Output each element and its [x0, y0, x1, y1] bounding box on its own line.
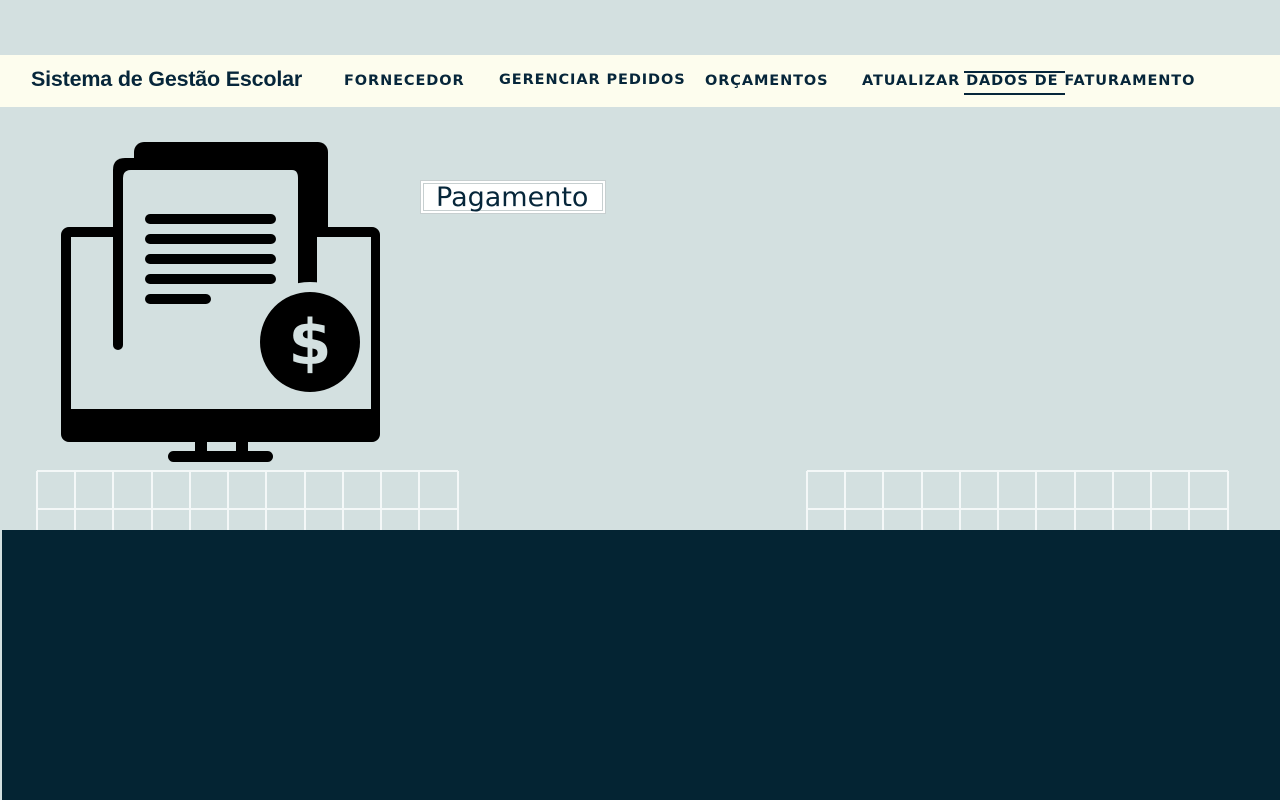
active-nav-indicator-bottom [964, 93, 1065, 95]
decorative-grid-right [806, 470, 1230, 536]
nav-link-orcamentos[interactable]: ORÇAMENTOS [705, 73, 829, 89]
top-spacer [0, 0, 1280, 55]
nav-link-atualizar-dados-faturamento[interactable]: ATUALIZAR DADOS DE FATURAMENTO [862, 73, 1195, 89]
page-title-box: Pagamento [420, 180, 606, 214]
brand-title[interactable]: Sistema de Gestão Escolar [31, 67, 302, 92]
invoice-monitor-dollar-icon: $ [58, 140, 388, 470]
nav-link-gerenciar-pedidos[interactable]: GERENCIAR PEDIDOS [499, 72, 686, 88]
page: Sistema de Gestão Escolar FORNECEDOR GER… [0, 0, 1280, 800]
page-title: Pagamento [436, 182, 589, 213]
footer-panel [2, 530, 1280, 800]
nav-link-fornecedor[interactable]: FORNECEDOR [344, 73, 465, 89]
decorative-grid-left [36, 470, 460, 536]
navbar: Sistema de Gestão Escolar FORNECEDOR GER… [0, 55, 1280, 107]
svg-text:$: $ [288, 306, 331, 379]
active-nav-indicator-top [964, 71, 1065, 73]
